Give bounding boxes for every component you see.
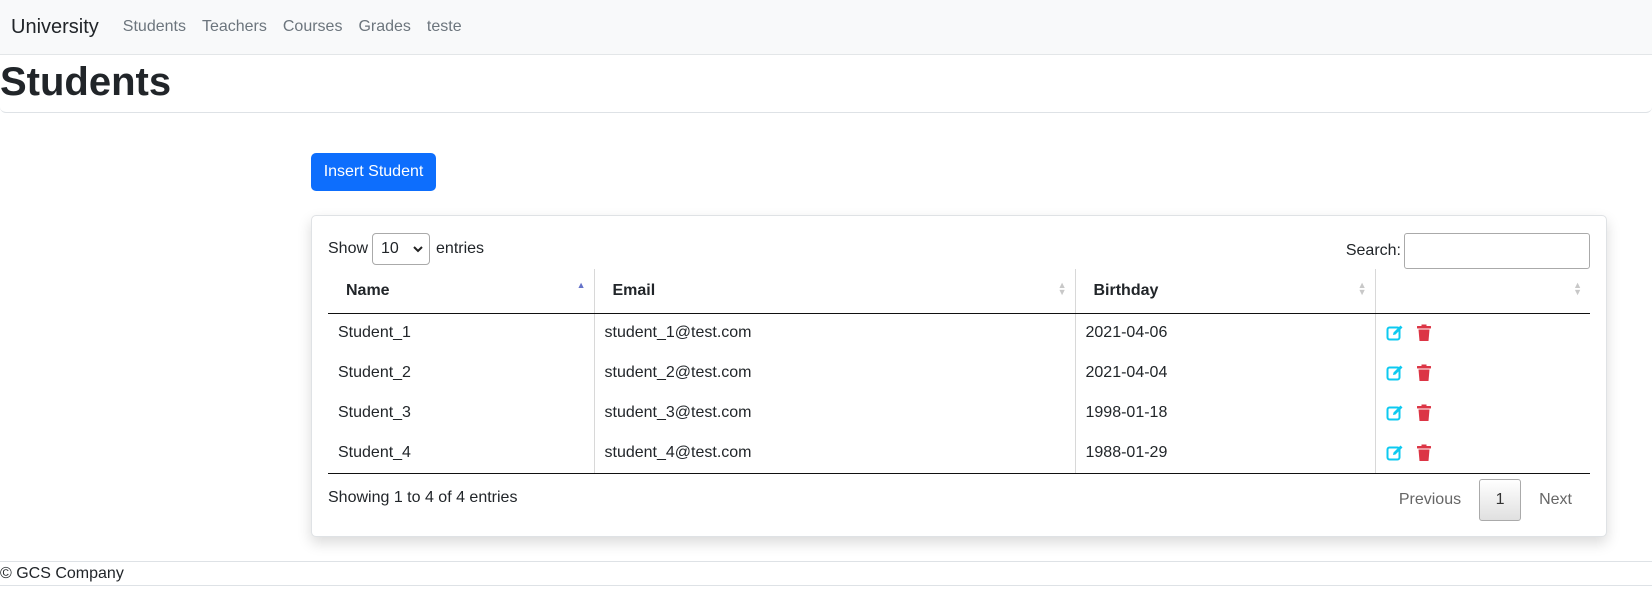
sort-icon: ▲▼ <box>576 280 586 290</box>
table-row: Student_2 student_2@test.com 2021-04-04 <box>328 353 1590 393</box>
search-input[interactable] <box>1404 233 1590 269</box>
table-info: Showing 1 to 4 of 4 entries <box>328 489 518 506</box>
table-row: Student_3 student_3@test.com 1998-01-18 <box>328 393 1590 433</box>
entries-label: entries <box>436 240 485 257</box>
pagination-previous[interactable]: Previous <box>1381 479 1479 521</box>
column-header-birthday[interactable]: Birthday ▲ ▼ <box>1075 269 1376 314</box>
edit-icon[interactable] <box>1386 324 1404 342</box>
cell-name: Student_3 <box>328 393 595 433</box>
sort-icon: ▲▼ <box>1357 280 1367 297</box>
pagination-page-1[interactable]: 1 <box>1479 479 1522 521</box>
cell-email: student_2@test.com <box>594 353 1076 393</box>
cell-birthday: 1998-01-18 <box>1075 393 1376 433</box>
column-header-email[interactable]: Email ▲ ▼ <box>594 269 1076 314</box>
cell-email: student_4@test.com <box>594 433 1076 474</box>
column-header-actions[interactable]: ▲ ▼ <box>1375 269 1590 314</box>
column-header-name[interactable]: Name ▲▼ <box>328 269 595 314</box>
cell-actions <box>1375 313 1590 353</box>
column-header-label: Email <box>612 281 656 299</box>
cell-actions <box>1375 353 1590 393</box>
search-control: Search: <box>1346 233 1590 269</box>
column-header-label: Name <box>346 281 390 299</box>
show-label: Show <box>328 240 369 257</box>
nav-link-teachers[interactable]: Teachers <box>202 18 267 36</box>
brand-link[interactable]: University <box>11 16 99 39</box>
cell-name: Student_1 <box>328 313 595 353</box>
cell-actions <box>1375 393 1590 433</box>
edit-icon[interactable] <box>1386 404 1404 422</box>
length-value: 10 <box>381 240 399 257</box>
cell-actions <box>1375 433 1590 474</box>
table-row: Student_4 student_4@test.com 1988-01-29 <box>328 433 1590 474</box>
length-control: Show 10 entries <box>328 233 484 265</box>
cell-birthday: 2021-04-06 <box>1075 313 1376 353</box>
students-table: Name ▲▼ Email ▲▼ Birthday ▲▼ ▲▼ St <box>328 269 1590 474</box>
students-table-card: Show 10 entries Search: Name ▲▼ Email ▲▼ <box>311 215 1607 537</box>
pagination-next[interactable]: Next <box>1521 479 1590 521</box>
sort-icon: ▲▼ <box>1057 280 1067 297</box>
insert-student-button[interactable]: Insert Student <box>311 153 436 191</box>
page-title: Students <box>0 60 172 104</box>
cell-email: student_1@test.com <box>594 313 1076 353</box>
table-row: Student_1 student_1@test.com 2021-04-06 <box>328 313 1590 353</box>
trash-icon[interactable] <box>1416 364 1432 382</box>
pagination: Previous 1 Next <box>1381 479 1590 521</box>
page-header: Students <box>0 55 1652 113</box>
cell-birthday: 1988-01-29 <box>1075 433 1376 474</box>
entries-length-select[interactable]: 10 <box>372 233 431 265</box>
footer-copyright: © GCS Company <box>0 564 124 582</box>
nav-link-teste[interactable]: teste <box>427 18 462 36</box>
chevron-down-icon <box>413 245 423 252</box>
trash-icon[interactable] <box>1416 444 1432 462</box>
edit-icon[interactable] <box>1386 444 1404 462</box>
edit-icon[interactable] <box>1386 364 1404 382</box>
sort-icon: ▲▼ <box>1573 280 1582 297</box>
trash-icon[interactable] <box>1416 404 1432 422</box>
cell-email: student_3@test.com <box>594 393 1076 433</box>
search-label: Search: <box>1345 242 1401 259</box>
cell-name: Student_2 <box>328 353 595 393</box>
navbar: University Students Teachers Courses Gra… <box>0 0 1652 55</box>
cell-birthday: 2021-04-04 <box>1075 353 1376 393</box>
footer: © GCS Company <box>0 561 1652 586</box>
trash-icon[interactable] <box>1416 324 1432 342</box>
nav-link-students[interactable]: Students <box>123 18 186 36</box>
cell-name: Student_4 <box>328 433 595 474</box>
nav-link-courses[interactable]: Courses <box>283 18 343 36</box>
column-header-label: Birthday <box>1093 281 1159 299</box>
nav-link-grades[interactable]: Grades <box>358 18 410 36</box>
table-header-row: Name ▲▼ Email ▲▼ Birthday ▲▼ ▲▼ <box>328 269 1590 314</box>
